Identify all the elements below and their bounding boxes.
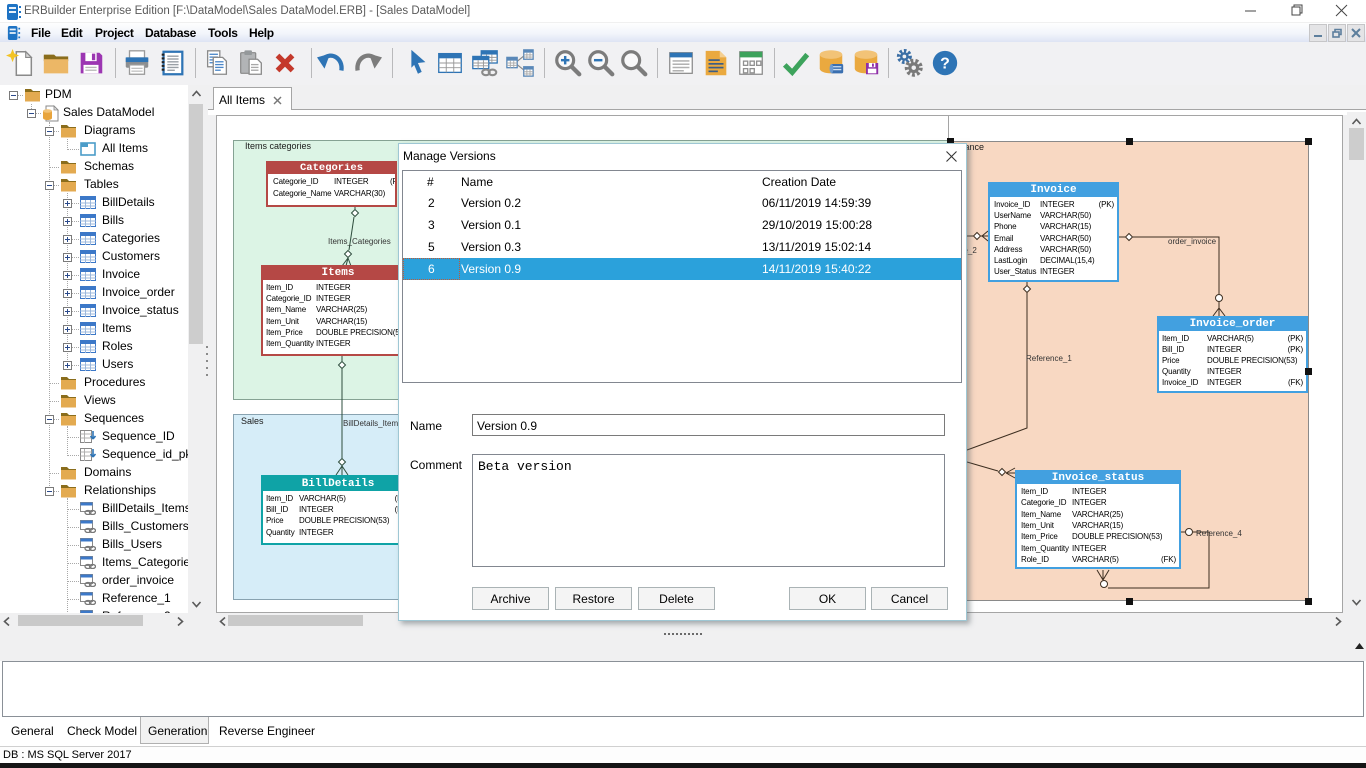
svg-text:?: ? [940,56,950,73]
